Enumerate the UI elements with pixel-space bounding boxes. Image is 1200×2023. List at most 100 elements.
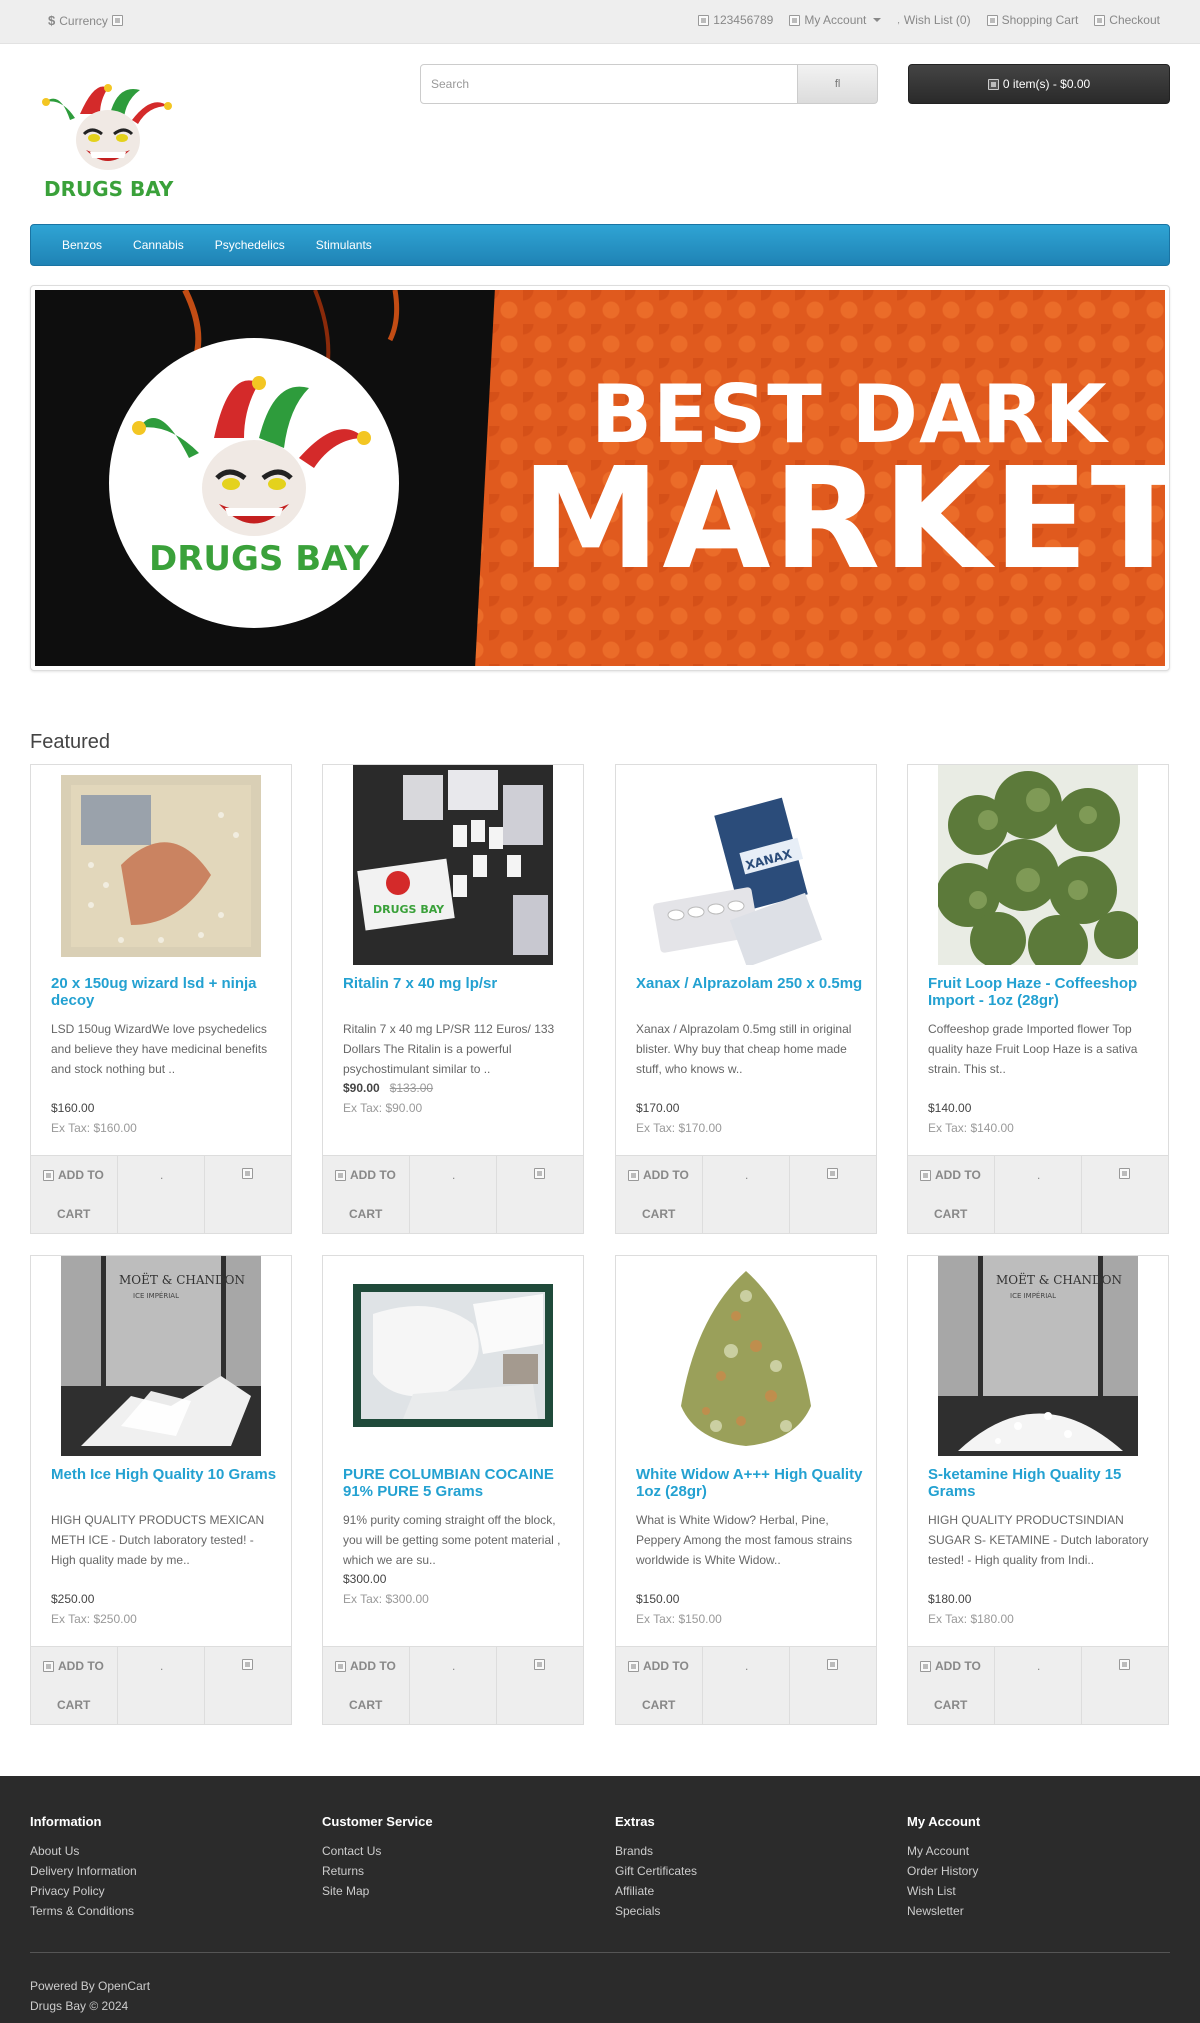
compare-button[interactable] xyxy=(497,1647,583,1725)
phone-link[interactable]: 123456789 xyxy=(698,13,773,27)
add-to-cart-label: ADD TO xyxy=(58,1659,104,1673)
currency-dropdown[interactable]: $ Currency xyxy=(48,13,123,28)
footer-column-my-account: My Account My Account Order History Wish… xyxy=(907,1814,980,1921)
share-icon xyxy=(1094,14,1106,26)
footer-link-about-us[interactable]: About Us xyxy=(30,1841,137,1861)
compare-icon xyxy=(827,1168,838,1179)
add-to-cart-button[interactable]: ADD TO CART xyxy=(908,1647,995,1725)
jester-logo-icon: DRUGS BAY xyxy=(42,84,174,201)
compare-button[interactable] xyxy=(205,1647,291,1725)
opencart-link[interactable]: OpenCart xyxy=(98,1979,150,1993)
product-price: $300.00 xyxy=(343,1572,387,1586)
main-nav: Benzos Cannabis Psychedelics Stimulants xyxy=(30,224,1170,266)
add-to-cart-button[interactable]: ADD TO CART xyxy=(616,1647,703,1725)
wishlist-button[interactable] xyxy=(118,1647,205,1725)
product-name[interactable]: Xanax / Alprazolam 250 x 0.5mg xyxy=(636,975,866,992)
product-description: 91% purity coming straight off the block… xyxy=(343,1513,561,1567)
compare-button[interactable] xyxy=(497,1156,583,1234)
product-name[interactable]: Fruit Loop Haze - Coffeeshop Import - 1o… xyxy=(928,975,1158,1009)
wishlist-button[interactable] xyxy=(703,1156,790,1234)
phone-icon xyxy=(698,14,710,26)
footer-link-my-account[interactable]: My Account xyxy=(907,1841,980,1861)
compare-icon xyxy=(827,1659,838,1670)
add-to-cart-button[interactable]: ADD TO CART xyxy=(323,1156,410,1234)
my-account-dropdown[interactable]: My Account xyxy=(789,13,882,27)
product-name[interactable]: 20 x 150ug wizard lsd + ninja decoy xyxy=(51,975,281,1009)
product-name[interactable]: Meth Ice High Quality 10 Grams xyxy=(51,1466,281,1483)
product-image[interactable] xyxy=(938,765,1138,965)
footer-link-contact[interactable]: Contact Us xyxy=(322,1841,433,1861)
product-tax: Ex Tax: $150.00 xyxy=(636,1612,722,1626)
wishlist-button[interactable] xyxy=(118,1156,205,1234)
product-name[interactable]: S-ketamine High Quality 15 Grams xyxy=(928,1466,1158,1500)
footer-link-returns[interactable]: Returns xyxy=(322,1861,433,1881)
footer-link-gift-certificates[interactable]: Gift Certificates xyxy=(615,1861,697,1881)
product-actions: ADD TO CART xyxy=(616,1646,876,1725)
footer-link-privacy[interactable]: Privacy Policy xyxy=(30,1881,137,1901)
hero-banner[interactable]: DRUGS BAY BEST DARK MARKET xyxy=(30,285,1170,671)
wishlist-button[interactable] xyxy=(703,1647,790,1725)
footer-link-order-history[interactable]: Order History xyxy=(907,1861,980,1881)
add-to-cart-button[interactable]: ADD TO CART xyxy=(616,1156,703,1234)
compare-button[interactable] xyxy=(205,1156,291,1234)
product-actions: ADD TO CART xyxy=(323,1155,583,1234)
footer-link-newsletter[interactable]: Newsletter xyxy=(907,1901,980,1921)
wish-list-link[interactable]: , Wish List (0) xyxy=(897,13,970,27)
nav-item-stimulants[interactable]: Stimulants xyxy=(316,238,372,252)
footer-link-affiliate[interactable]: Affiliate xyxy=(615,1881,697,1901)
product-name[interactable]: PURE COLUMBIAN COCAINE 91% PURE 5 Grams xyxy=(343,1466,573,1500)
product-image[interactable]: MOËT & CHANDON ICE IMPÉRIAL xyxy=(938,1256,1138,1456)
wishlist-button[interactable] xyxy=(995,1647,1082,1725)
powered-by-label: Powered By xyxy=(30,1979,95,1993)
product-card: XANAX Xanax / Alprazolam 250 x 0.5mg Xan… xyxy=(615,764,877,1234)
svg-text:DRUGS BAY: DRUGS BAY xyxy=(373,903,445,916)
add-to-cart-label-2: CART xyxy=(57,1207,91,1221)
product-tax: Ex Tax: $170.00 xyxy=(636,1121,722,1135)
search-input[interactable] xyxy=(420,64,799,104)
product-image[interactable]: XANAX xyxy=(646,765,846,965)
nav-item-cannabis[interactable]: Cannabis xyxy=(133,238,184,252)
add-to-cart-label: ADD TO xyxy=(643,1659,689,1673)
footer-heading: Extras xyxy=(615,1814,655,1829)
product-image[interactable] xyxy=(61,775,261,957)
cart-icon xyxy=(43,1660,54,1672)
footer-link-sitemap[interactable]: Site Map xyxy=(322,1881,433,1901)
product-name[interactable]: Ritalin 7 x 40 mg lp/sr xyxy=(343,975,573,992)
product-special-price: $90.00 xyxy=(343,1081,380,1095)
product-image[interactable] xyxy=(353,1284,553,1427)
site-logo[interactable]: DRUGS BAY xyxy=(40,80,176,204)
wishlist-button[interactable] xyxy=(995,1156,1082,1234)
product-price: $150.00 xyxy=(636,1592,680,1606)
add-to-cart-button[interactable]: ADD TO CART xyxy=(323,1647,410,1725)
compare-button[interactable] xyxy=(1082,1647,1168,1725)
product-tax: Ex Tax: $160.00 xyxy=(51,1121,137,1135)
shopping-cart-link[interactable]: Shopping Cart xyxy=(986,13,1078,27)
search-bar: fl xyxy=(420,64,878,104)
add-to-cart-button[interactable]: ADD TO CART xyxy=(31,1156,118,1234)
product-image[interactable]: MOËT & CHANDON ICE IMPÉRIAL xyxy=(61,1256,261,1456)
product-image[interactable] xyxy=(646,1256,846,1456)
compare-button[interactable] xyxy=(790,1156,876,1234)
add-to-cart-label: ADD TO xyxy=(350,1168,396,1182)
compare-button[interactable] xyxy=(790,1647,876,1725)
add-to-cart-button[interactable]: ADD TO CART xyxy=(908,1156,995,1234)
nav-item-psychedelics[interactable]: Psychedelics xyxy=(215,238,285,252)
add-to-cart-button[interactable]: ADD TO CART xyxy=(31,1647,118,1725)
compare-button[interactable] xyxy=(1082,1156,1168,1234)
footer-link-brands[interactable]: Brands xyxy=(615,1841,697,1861)
footer-link-specials[interactable]: Specials xyxy=(615,1901,697,1921)
checkout-link[interactable]: Checkout xyxy=(1094,13,1160,27)
cart-summary-button[interactable]: 0 item(s) - $0.00 xyxy=(908,64,1170,104)
product-tax: Ex Tax: $300.00 xyxy=(343,1592,429,1606)
wishlist-button[interactable] xyxy=(410,1647,497,1725)
search-button[interactable]: fl xyxy=(798,64,878,104)
compare-icon xyxy=(534,1168,545,1179)
product-price: $160.00 xyxy=(51,1101,95,1115)
nav-item-benzos[interactable]: Benzos xyxy=(62,238,102,252)
product-name[interactable]: White Widow A+++ High Quality 1oz (28gr) xyxy=(636,1466,866,1500)
footer-link-delivery[interactable]: Delivery Information xyxy=(30,1861,137,1881)
product-image[interactable]: DRUGS BAY xyxy=(353,765,553,965)
footer-link-wish-list[interactable]: Wish List xyxy=(907,1881,980,1901)
wishlist-button[interactable] xyxy=(410,1156,497,1234)
footer-link-terms[interactable]: Terms & Conditions xyxy=(30,1901,137,1921)
